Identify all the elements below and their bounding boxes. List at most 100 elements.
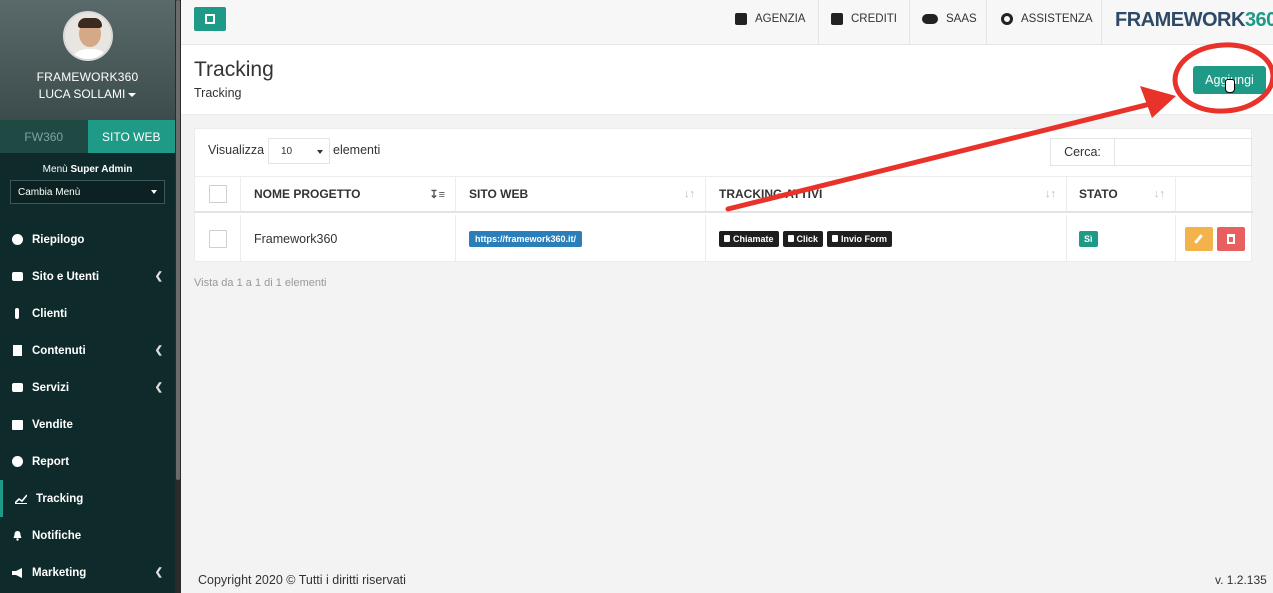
tag-label: Click bbox=[796, 233, 819, 244]
topbar-assistenza-link[interactable]: ASSISTENZA bbox=[1001, 13, 1093, 25]
brand-text: FRAMEWORK bbox=[1115, 9, 1245, 31]
sidebar-item-label: Clienti bbox=[32, 307, 68, 320]
user-menu[interactable]: LUCA SOLLAMI bbox=[0, 87, 175, 101]
project-name-cell: Framework360 bbox=[241, 215, 456, 262]
footer-version: v. 1.2.135 bbox=[1215, 573, 1267, 587]
scrollbar-thumb[interactable] bbox=[176, 0, 180, 480]
person-icon bbox=[10, 308, 24, 320]
sidebar-item-contenuti[interactable]: Contenuti ❮ bbox=[0, 332, 175, 369]
chevron-left-icon: ❮ bbox=[154, 345, 163, 356]
tracking-cell: Chiamate Click Invio Form bbox=[706, 215, 1067, 262]
sidebar-item-label: Contenuti bbox=[32, 344, 86, 357]
change-menu-label: Cambia Menù bbox=[18, 186, 81, 198]
edit-button[interactable] bbox=[1184, 226, 1213, 251]
actions-cell bbox=[1176, 215, 1253, 262]
tracking-tag-chiamate: Chiamate bbox=[719, 230, 779, 247]
page-size-label: Visualizza bbox=[208, 143, 265, 157]
file-icon bbox=[10, 345, 24, 357]
footer-copyright: Copyright 2020 © Tutti i diritti riserva… bbox=[198, 573, 406, 587]
breadcrumb: Tracking bbox=[194, 86, 242, 100]
column-label: NOME PROGETTO bbox=[254, 187, 361, 201]
page-title: Tracking bbox=[194, 58, 274, 81]
tracking-tag-invio-form: Invio Form bbox=[827, 230, 893, 247]
site-cell: https://framework360.it/ bbox=[456, 215, 706, 262]
page-size-suffix: elementi bbox=[333, 143, 381, 157]
sidebar-item-label: Sito e Utenti bbox=[32, 270, 100, 283]
search-label: Cerca: bbox=[1050, 138, 1115, 166]
briefcase-icon bbox=[10, 382, 24, 394]
sidebar-item-notifiche[interactable]: Notifiche bbox=[0, 517, 175, 554]
column-label: SITO WEB bbox=[469, 187, 529, 201]
dropdown-arrow-icon bbox=[317, 150, 323, 154]
sidebar-item-tracking[interactable]: Tracking bbox=[0, 480, 175, 517]
menu-title-prefix: Menù bbox=[42, 164, 68, 175]
profile-panel: FRAMEWORK360 LUCA SOLLAMI bbox=[0, 0, 175, 120]
dropdown-arrow-icon bbox=[151, 190, 157, 194]
row-select-cell bbox=[195, 215, 241, 262]
calculator-icon bbox=[10, 419, 24, 431]
sidebar-item-label: Vendite bbox=[32, 418, 73, 431]
site-url-link[interactable]: https://framework360.it/ bbox=[469, 230, 583, 247]
user-name: LUCA SOLLAMI bbox=[38, 87, 126, 101]
search-input[interactable] bbox=[1114, 138, 1252, 166]
page-size-select[interactable]: 10 bbox=[268, 138, 330, 164]
sidebar-item-marketing[interactable]: Marketing ❮ bbox=[0, 554, 175, 591]
life-ring-icon bbox=[1001, 13, 1013, 25]
tracking-table-panel: Visualizza 10 elementi Cerca: NOME PROGE… bbox=[194, 128, 1253, 262]
sidebar-item-label: Notifiche bbox=[32, 529, 82, 542]
sidebar-item-servizi[interactable]: Servizi ❮ bbox=[0, 369, 175, 406]
cloud-icon bbox=[922, 14, 938, 24]
topbar-saas-link[interactable]: SAAS bbox=[922, 13, 977, 25]
row-checkbox[interactable] bbox=[208, 229, 227, 248]
dashboard-icon bbox=[10, 234, 24, 246]
column-header-tracking-attivi[interactable]: TRACKING ATTIVI ↓↑ bbox=[706, 177, 1067, 211]
crediti-label: CREDITI bbox=[851, 13, 897, 25]
column-label: STATO bbox=[1079, 187, 1118, 201]
chevron-left-icon: ❮ bbox=[154, 382, 163, 393]
sidebar-nav: Riepilogo Sito e Utenti ❮ Clienti Contenu… bbox=[0, 221, 175, 591]
brand-number: 360 bbox=[1244, 9, 1273, 31]
table-info: Vista da 1 a 1 di 1 elementi bbox=[194, 277, 327, 289]
megaphone-icon bbox=[10, 567, 24, 579]
column-header-sito-web[interactable]: SITO WEB ↓↑ bbox=[456, 177, 706, 211]
caret-down-icon bbox=[128, 92, 137, 97]
topbar-agenzia-link[interactable]: AGENZIA bbox=[735, 13, 805, 25]
column-label: TRACKING ATTIVI bbox=[719, 187, 823, 201]
tab-sito-web[interactable]: SITO WEB bbox=[87, 120, 175, 153]
fullscreen-button[interactable] bbox=[194, 7, 226, 31]
delete-button[interactable] bbox=[1216, 226, 1245, 251]
form-icon bbox=[832, 235, 839, 242]
sort-icon: ↓↑ bbox=[684, 188, 695, 200]
bell-icon bbox=[10, 530, 24, 542]
expand-icon bbox=[205, 14, 215, 24]
sidebar-item-vendite[interactable]: Vendite bbox=[0, 406, 175, 443]
topbar-crediti-link[interactable]: CREDITI bbox=[831, 13, 897, 25]
building-icon bbox=[735, 13, 747, 25]
chevron-left-icon: ❮ bbox=[154, 567, 163, 578]
column-header-nome-progetto[interactable]: NOME PROGETTO ↧≡ bbox=[241, 177, 456, 211]
sidebar-item-report[interactable]: Report bbox=[0, 443, 175, 480]
table-controls: Visualizza 10 elementi Cerca: bbox=[195, 129, 1253, 175]
sidebar-item-clienti[interactable]: Clienti bbox=[0, 295, 175, 332]
column-header-stato[interactable]: STATO ↓↑ bbox=[1067, 177, 1176, 211]
pointer-icon bbox=[787, 235, 794, 242]
select-all-cell bbox=[195, 177, 241, 211]
trash-icon bbox=[1226, 233, 1235, 244]
sidebar-tabs: FW360 SITO WEB bbox=[0, 120, 175, 153]
change-menu-select[interactable]: Cambia Menù bbox=[10, 180, 165, 204]
select-all-checkbox[interactable] bbox=[208, 185, 227, 203]
table-header: NOME PROGETTO ↧≡ SITO WEB ↓↑ TRACKING ATTI… bbox=[195, 176, 1253, 213]
coins-icon bbox=[831, 13, 843, 25]
sort-icon: ↓↑ bbox=[1045, 188, 1056, 200]
brand-logo[interactable]: FRAMEWORK360 bbox=[1115, 9, 1273, 32]
actions-header bbox=[1176, 177, 1253, 211]
sort-desc-icon: ↧≡ bbox=[429, 188, 445, 201]
tab-fw360[interactable]: FW360 bbox=[0, 120, 88, 153]
assistenza-label: ASSISTENZA bbox=[1021, 13, 1093, 25]
sidebar-item-sito-e-utenti[interactable]: Sito e Utenti ❮ bbox=[0, 258, 175, 295]
org-name: FRAMEWORK360 bbox=[36, 70, 139, 84]
sidebar-item-riepilogo[interactable]: Riepilogo bbox=[0, 221, 175, 258]
table-row: Framework360 https://framework360.it/ Ch… bbox=[195, 215, 1253, 262]
menu-title-role: Super Admin bbox=[70, 164, 133, 175]
avatar[interactable] bbox=[62, 11, 113, 61]
